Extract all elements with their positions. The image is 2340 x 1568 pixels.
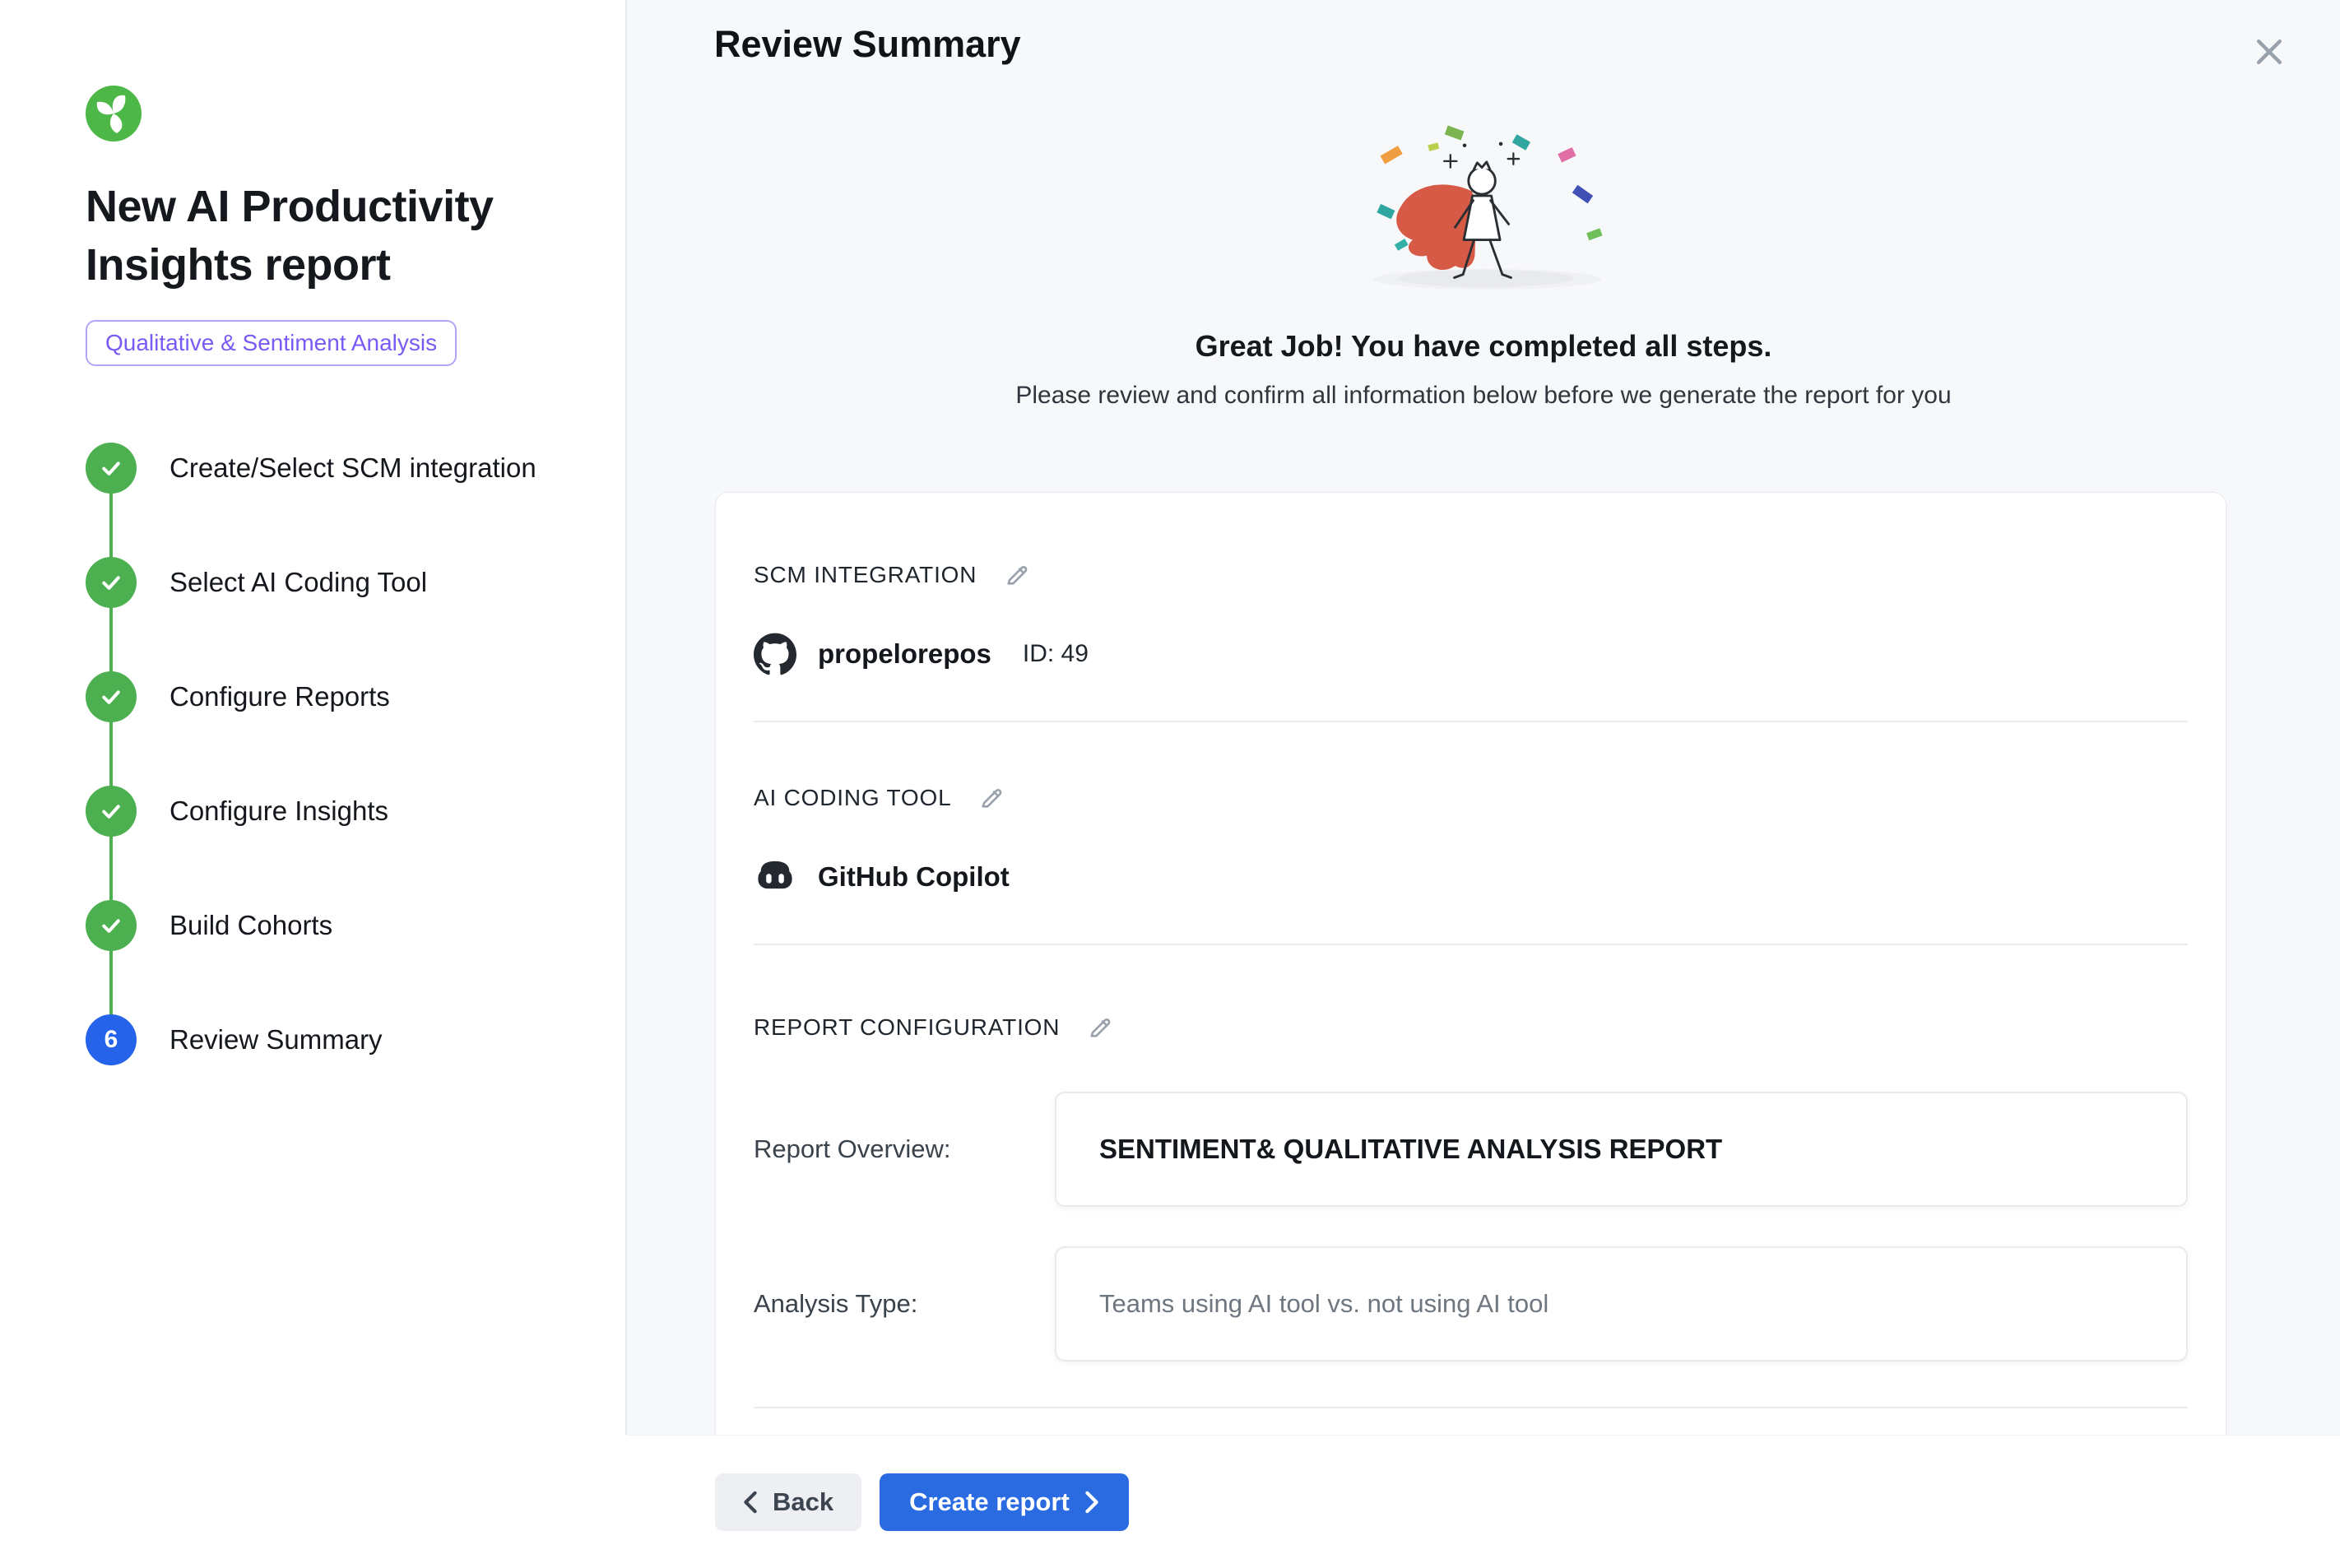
back-button[interactable]: Back [715, 1473, 861, 1531]
create-report-button[interactable]: Create report [880, 1473, 1129, 1531]
report-overview-row: Report Overview: SENTIMENT& QUALITATIVE … [754, 1092, 2188, 1207]
report-config-section-header: REPORT CONFIGURATION [754, 1011, 2188, 1044]
ai-tool-row: GitHub Copilot [754, 856, 2188, 898]
wizard-sidebar: New AI Productivity Insights report Qual… [0, 0, 625, 1568]
app-window: New AI Productivity Insights report Qual… [0, 0, 2340, 1568]
step-configure-insights[interactable]: Configure Insights [86, 754, 576, 869]
summary-card: SCM INTEGRATION propelorepos ID: 49 AI C… [715, 492, 2226, 1568]
github-icon [754, 633, 796, 675]
check-icon [99, 799, 123, 823]
celebration-illustration [1307, 123, 1660, 304]
ai-tool-section-header: AI CODING TOOL [754, 782, 2188, 814]
wizard-stepper: Create/Select SCM integration Select AI … [86, 411, 576, 1097]
step-done-dot [86, 786, 137, 837]
step-label: Review Summary [169, 1024, 383, 1055]
report-title: New AI Productivity Insights report [86, 178, 546, 295]
report-overview-value: SENTIMENT& QUALITATIVE ANALYSIS REPORT [1055, 1092, 2188, 1207]
step-label: Build Cohorts [169, 910, 332, 941]
scm-section-label: SCM INTEGRATION [754, 562, 977, 588]
analysis-type-badge: Qualitative & Sentiment Analysis [86, 320, 457, 366]
step-label: Select AI Coding Tool [169, 567, 427, 598]
edit-pencil-icon[interactable] [976, 782, 1009, 814]
step-current-dot: 6 [86, 1014, 137, 1065]
step-review-summary[interactable]: 6 Review Summary [86, 983, 576, 1097]
step-done-dot [86, 557, 137, 608]
analysis-type-label: Analysis Type: [754, 1289, 1055, 1319]
card-divider [754, 1407, 2188, 1408]
chevron-right-icon [1084, 1491, 1099, 1514]
step-number: 6 [104, 1026, 118, 1054]
review-summary-panel: Review Summary [627, 0, 2340, 1568]
propeller-logo [86, 86, 142, 141]
step-label: Create/Select SCM integration [169, 452, 536, 484]
card-divider [754, 721, 2188, 722]
step-done-dot [86, 900, 137, 951]
ai-tool-section-label: AI CODING TOOL [754, 785, 951, 811]
scm-section-header: SCM INTEGRATION [754, 559, 2188, 591]
analysis-type-row: Analysis Type: Teams using AI tool vs. n… [754, 1246, 2188, 1362]
completion-subheading: Please review and confirm all informatio… [627, 382, 2340, 410]
step-done-dot [86, 671, 137, 722]
edit-pencil-icon[interactable] [1084, 1011, 1117, 1044]
check-icon [99, 570, 123, 595]
github-copilot-icon [754, 856, 796, 898]
chevron-left-icon [743, 1491, 758, 1514]
step-label: Configure Insights [169, 796, 388, 827]
wizard-footer: Back Create report [627, 1435, 2340, 1568]
completion-heading: Great Job! You have completed all steps. [627, 329, 2340, 364]
check-icon [99, 913, 123, 938]
analysis-type-value: Teams using AI tool vs. not using AI too… [1055, 1246, 2188, 1362]
step-configure-reports[interactable]: Configure Reports [86, 640, 576, 754]
check-icon [99, 684, 123, 709]
page-title: Review Summary [714, 23, 1021, 66]
close-icon[interactable] [2249, 33, 2289, 72]
step-build-cohorts[interactable]: Build Cohorts [86, 869, 576, 983]
scm-integration-name: propelorepos [818, 638, 991, 670]
step-select-ai-coding-tool[interactable]: Select AI Coding Tool [86, 526, 576, 640]
check-icon [99, 456, 123, 480]
report-overview-label: Report Overview: [754, 1134, 1055, 1164]
ai-tool-name: GitHub Copilot [818, 861, 1010, 893]
step-label: Configure Reports [169, 681, 390, 712]
scm-integration-row: propelorepos ID: 49 [754, 633, 2188, 675]
scm-integration-id: ID: 49 [1023, 640, 1089, 668]
step-done-dot [86, 443, 137, 494]
edit-pencil-icon[interactable] [1001, 559, 1034, 591]
report-config-section-label: REPORT CONFIGURATION [754, 1014, 1060, 1041]
card-divider [754, 944, 2188, 945]
step-create-scm-integration[interactable]: Create/Select SCM integration [86, 411, 576, 526]
